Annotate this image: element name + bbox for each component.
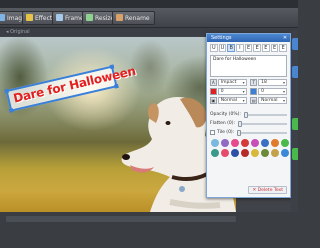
sticker-item[interactable] (221, 139, 229, 147)
resize-handle[interactable] (114, 83, 119, 89)
tile-row: Tile (0): (210, 129, 287, 136)
image-icon (0, 14, 5, 21)
close-icon[interactable]: ✕ (282, 35, 288, 41)
flatten-label: Flatten (0): (210, 121, 236, 126)
sticker-item[interactable] (251, 149, 259, 157)
underline-alt-button[interactable]: U (218, 44, 227, 52)
tile-label: Tile (0): (217, 130, 235, 135)
main-toolbar: Image Effect Frame Resize Rename (0, 8, 298, 28)
font-size-icon: T (250, 79, 258, 86)
sticker-item[interactable] (241, 139, 249, 147)
font-row: A Impact T 18 (210, 79, 287, 86)
opacity-row: Opacity (0%): (210, 111, 287, 118)
original-label: ◂ Original (6, 29, 30, 35)
sidebar-tab[interactable] (292, 66, 298, 78)
sticker-item[interactable] (231, 139, 239, 147)
app-window: Image Effect Frame Resize Rename ◂ Origi… (0, 0, 298, 248)
right-sidebar (291, 30, 298, 240)
font-icon: A (210, 79, 217, 86)
resize-icon (86, 14, 93, 21)
text-color-select[interactable]: 0 (217, 88, 247, 95)
more-button[interactable]: E (279, 44, 288, 52)
rename-button[interactable]: Rename (112, 11, 155, 25)
sticker-item[interactable] (251, 139, 259, 147)
bold-button[interactable]: B (227, 44, 236, 52)
sticker-item[interactable] (221, 149, 229, 157)
sticker-item[interactable] (281, 139, 289, 147)
position-select[interactable]: Normal (217, 97, 247, 104)
flatten-knob[interactable] (238, 120, 243, 127)
sidebar-tab[interactable] (292, 118, 298, 130)
watermark-text-input[interactable]: Dare for Halloween (210, 55, 287, 77)
italic-button[interactable]: I (236, 44, 244, 52)
preset-icon: ▤ (250, 97, 258, 104)
sticker-item[interactable] (211, 139, 219, 147)
underline-button[interactable]: U (210, 44, 218, 52)
delete-text-button[interactable]: ✕ Delete Text (248, 186, 287, 194)
resize-handle[interactable] (4, 88, 10, 94)
preset-select[interactable]: Normal (258, 97, 287, 104)
sticker-item[interactable] (211, 149, 219, 157)
rename-icon (116, 14, 123, 21)
frame-icon (56, 14, 63, 21)
font-select[interactable]: Impact (217, 79, 247, 86)
tile-knob[interactable] (237, 129, 242, 136)
sidebar-tab[interactable] (292, 38, 298, 50)
sticker-item[interactable] (281, 149, 289, 157)
position-row: ▣ Normal ▤ Normal (210, 97, 287, 104)
bottom-panel (0, 212, 298, 248)
sticker-item[interactable] (271, 139, 279, 147)
sticker-item[interactable] (261, 149, 269, 157)
flatten-slider[interactable] (238, 120, 287, 127)
effect-icon (26, 14, 33, 21)
sticker-item[interactable] (231, 149, 239, 157)
outline-color-icon (250, 88, 258, 95)
sticker-item[interactable] (261, 139, 269, 147)
title-bar (0, 0, 298, 8)
settings-panel: Settings ✕ U U B I E E E E E Dare for Ha… (206, 33, 291, 198)
sticker-item[interactable] (241, 149, 249, 157)
settings-header: Settings ✕ (207, 34, 290, 42)
outline-select[interactable]: 0 (258, 88, 287, 95)
flatten-row: Flatten (0): (210, 120, 287, 127)
align-right-button[interactable]: E (262, 44, 270, 52)
opacity-label: Opacity (0%): (210, 112, 241, 117)
tile-slider[interactable] (237, 129, 287, 136)
position-icon: ▣ (210, 97, 217, 104)
format-toolbar: U U B I E E E E E (207, 42, 290, 54)
color-row: 0 0 (210, 88, 287, 95)
sticker-item[interactable] (271, 149, 279, 157)
horizontal-scrollbar[interactable] (6, 216, 236, 222)
align-left-button[interactable]: E (244, 44, 253, 52)
photo-canvas[interactable]: Dare for Halloween (0, 37, 236, 212)
sticker-palette (211, 139, 289, 157)
align-center-button[interactable]: E (253, 44, 262, 52)
opacity-slider[interactable] (243, 111, 287, 118)
sidebar-tab[interactable] (292, 148, 298, 160)
text-color-icon (210, 88, 217, 95)
align-justify-button[interactable]: E (270, 44, 279, 52)
opacity-knob[interactable] (243, 111, 248, 118)
font-size-select[interactable]: 18 (258, 79, 287, 86)
tile-checkbox[interactable] (210, 130, 215, 135)
